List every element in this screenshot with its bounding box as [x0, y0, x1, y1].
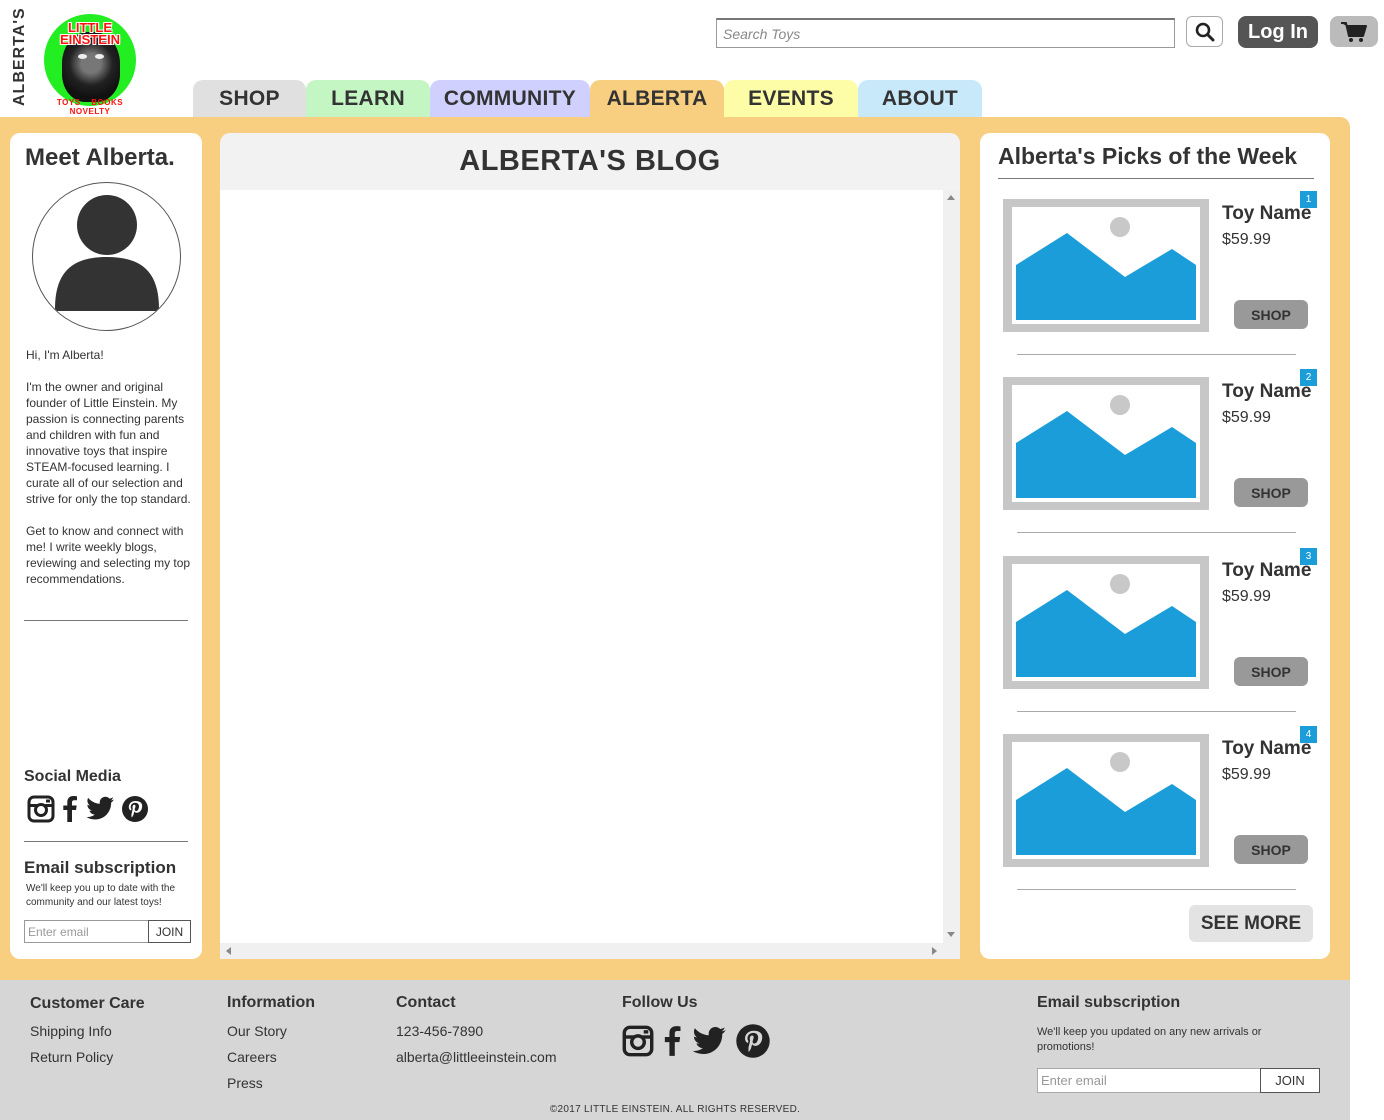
footer-customer-care-heading: Customer Care: [30, 995, 145, 1012]
copyright-notice: ©2017 LITTLE EINSTEIN. ALL RIGHTS RESERV…: [549, 1104, 801, 1115]
logo-title: LITTLE EINSTEIN: [44, 21, 136, 47]
meet-alberta-title: Meet Alberta.: [25, 144, 175, 171]
blog-title: ALBERTA'S BLOG: [220, 133, 960, 190]
divider: [1017, 532, 1296, 533]
product-name[interactable]: Toy Name: [1222, 560, 1311, 582]
product-price: $59.99: [1222, 766, 1271, 783]
divider: [1017, 889, 1296, 890]
bio-paragraph: Hi, I'm Alberta!: [26, 348, 104, 362]
brand-vertical-text: ALBERTA'S: [11, 7, 28, 106]
product-image[interactable]: [1003, 199, 1209, 332]
pinterest-icon[interactable]: [735, 1023, 771, 1059]
shop-button[interactable]: SHOP: [1234, 300, 1308, 329]
pick-item: 2 Toy Name $59.99 SHOP: [1003, 369, 1318, 555]
user-silhouette-icon: [55, 195, 159, 311]
logo-badge: LITTLE EINSTEIN: [44, 14, 136, 106]
footer-contact-email[interactable]: alberta@littleeinstein.com: [396, 1049, 557, 1065]
footer-join-button[interactable]: JOIN: [1260, 1068, 1320, 1093]
divider: [24, 620, 188, 621]
image-placeholder-icon: [1016, 217, 1196, 320]
shop-button[interactable]: SHOP: [1234, 835, 1308, 864]
tab-learn[interactable]: LEARN: [306, 80, 430, 118]
image-placeholder-icon: [1016, 395, 1196, 498]
footer-follow-heading: Follow Us: [622, 994, 698, 1011]
cart-icon: [1341, 21, 1367, 42]
tab-shop[interactable]: SHOP: [193, 80, 306, 118]
search-button[interactable]: [1186, 16, 1223, 47]
footer-link-careers[interactable]: Careers: [227, 1049, 277, 1065]
product-price: $59.99: [1222, 409, 1271, 426]
footer-link-press[interactable]: Press: [227, 1075, 263, 1091]
email-subscription-heading: Email subscription: [24, 858, 177, 877]
divider: [1017, 711, 1296, 712]
footer-link-our-story[interactable]: Our Story: [227, 1023, 287, 1039]
shop-button[interactable]: SHOP: [1234, 478, 1308, 507]
divider: [998, 178, 1314, 179]
footer-email-field[interactable]: [1037, 1068, 1261, 1093]
product-name[interactable]: Toy Name: [1222, 203, 1311, 225]
tab-alberta[interactable]: ALBERTA: [590, 80, 724, 118]
blog-content-area[interactable]: [220, 190, 960, 959]
twitter-icon[interactable]: [85, 796, 115, 822]
sidebar-join-button[interactable]: JOIN: [148, 920, 191, 943]
vertical-scrollbar[interactable]: [943, 190, 960, 943]
footer-social-links: [622, 1023, 771, 1059]
footer-contact-heading: Contact: [396, 994, 456, 1011]
social-media-links: [27, 795, 149, 823]
footer-link-shipping-info[interactable]: Shipping Info: [30, 1023, 112, 1039]
instagram-icon[interactable]: [27, 795, 55, 823]
bio-paragraph: Get to know and connect with me! I write…: [26, 524, 191, 586]
footer-link-return-policy[interactable]: Return Policy: [30, 1049, 113, 1065]
image-placeholder-icon: [1016, 574, 1196, 677]
scroll-up-arrow-icon[interactable]: [947, 195, 955, 200]
login-button[interactable]: Log In: [1238, 16, 1318, 48]
search-input[interactable]: [716, 18, 1175, 48]
cart-button[interactable]: [1330, 16, 1378, 47]
pick-item: 3 Toy Name $59.99 SHOP: [1003, 548, 1318, 734]
footer-contact-phone[interactable]: 123-456-7890: [396, 1023, 483, 1039]
product-image[interactable]: [1003, 377, 1209, 510]
twitter-icon[interactable]: [691, 1026, 727, 1057]
scroll-right-arrow-icon[interactable]: [932, 947, 937, 955]
scroll-down-arrow-icon[interactable]: [947, 932, 955, 937]
logo-tagline: TOYS BOOKS NOVELTY: [56, 98, 124, 116]
product-image[interactable]: [1003, 734, 1209, 867]
product-name[interactable]: Toy Name: [1222, 738, 1311, 760]
shop-button[interactable]: SHOP: [1234, 657, 1308, 686]
product-price: $59.99: [1222, 588, 1271, 605]
sidebar-email-field[interactable]: [24, 920, 149, 943]
tab-community[interactable]: COMMUNITY: [430, 80, 590, 118]
pick-item: 1 Toy Name $59.99 SHOP: [1003, 191, 1318, 377]
image-placeholder-icon: [1016, 752, 1196, 855]
instagram-icon[interactable]: [622, 1025, 654, 1057]
bio-paragraph: I'm the owner and original founder of Li…: [26, 380, 191, 506]
store-logo[interactable]: LITTLE EINSTEIN TOYS BOOKS NOVELTY: [36, 12, 144, 116]
product-image[interactable]: [1003, 556, 1209, 689]
scroll-left-arrow-icon[interactable]: [226, 947, 231, 955]
facebook-icon[interactable]: [61, 795, 79, 823]
facebook-icon[interactable]: [662, 1025, 683, 1057]
divider: [24, 841, 188, 842]
email-subscription-description: We'll keep you up to date with the commu…: [26, 883, 176, 908]
product-price: $59.99: [1222, 231, 1271, 248]
social-media-heading: Social Media: [24, 768, 121, 785]
footer-subscription-heading: Email subscription: [1037, 994, 1181, 1011]
horizontal-scrollbar[interactable]: [220, 943, 943, 959]
divider: [1017, 354, 1296, 355]
footer-information-heading: Information: [227, 994, 315, 1011]
search-icon: [1195, 22, 1214, 41]
footer-subscription-description: We'll keep you updated on any new arriva…: [1037, 1026, 1262, 1053]
tab-about[interactable]: ABOUT: [858, 80, 982, 118]
avatar: [32, 182, 181, 331]
pinterest-icon[interactable]: [121, 795, 149, 823]
picks-title: Alberta's Picks of the Week: [998, 143, 1298, 169]
scrollbar-corner: [943, 943, 960, 959]
alberta-bio: Hi, I'm Alberta! I'm the owner and origi…: [26, 347, 192, 603]
product-name[interactable]: Toy Name: [1222, 381, 1311, 403]
see-more-button[interactable]: SEE MORE: [1189, 905, 1313, 942]
pick-item: 4 Toy Name $59.99 SHOP: [1003, 726, 1318, 912]
logo-title-line2: EINSTEIN: [60, 32, 120, 47]
main-nav: SHOP LEARN COMMUNITY ALBERTA EVENTS ABOU…: [193, 80, 982, 118]
tab-events[interactable]: EVENTS: [724, 80, 858, 118]
